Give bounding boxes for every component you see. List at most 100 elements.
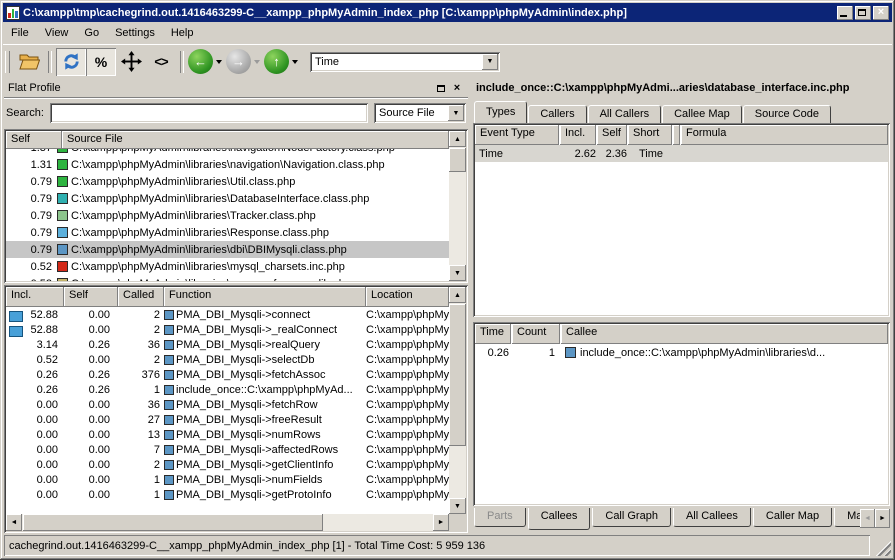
close-button[interactable]: × xyxy=(873,6,889,20)
app-icon[interactable] xyxy=(6,6,20,20)
menu-settings[interactable]: Settings xyxy=(107,24,163,42)
combo-dropdown-button[interactable]: ▼ xyxy=(448,105,464,121)
tab-types[interactable]: Types xyxy=(474,101,527,123)
file-row[interactable]: 1.37 C:\xampp\phpMyAdmin\libraries\navig… xyxy=(6,149,449,156)
column-header-formula[interactable]: Formula xyxy=(681,125,888,145)
back-dropdown[interactable] xyxy=(216,60,222,67)
tab-call-graph[interactable]: Call Graph xyxy=(592,508,671,527)
file-row[interactable]: 0.52 C:\xampp\phpMyAdmin\libraries\user_… xyxy=(6,275,449,281)
event-type-row-selected[interactable]: Time 2.62 2.36 Time xyxy=(475,145,888,162)
horizontal-scrollbar[interactable]: ◄ ► xyxy=(6,514,449,531)
back-button[interactable]: ← xyxy=(188,49,213,74)
function-row[interactable]: 0.00 0.00 13 PMA_DBI_Mysqli->numRows C:\… xyxy=(6,427,449,442)
scroll-right-button[interactable]: ► xyxy=(433,514,449,531)
column-header-event-type[interactable]: Event Type xyxy=(475,125,559,145)
scroll-up-button[interactable]: ▲ xyxy=(449,287,466,303)
function-row[interactable]: 0.00 0.00 7 PMA_DBI_Mysqli->affectedRows… xyxy=(6,442,449,457)
relative-percent-toggle[interactable]: % xyxy=(86,48,116,76)
menu-help[interactable]: Help xyxy=(163,24,202,42)
column-header-self[interactable]: Self xyxy=(64,287,118,307)
event-types-table: Event Type Incl. Self Short Formula Time… xyxy=(473,123,890,317)
group-by-selector[interactable]: Source File ▼ xyxy=(374,103,466,123)
tab-caller-map[interactable]: Caller Map xyxy=(753,508,832,527)
column-header-source-file[interactable]: Source File xyxy=(62,131,449,149)
tab-scroll-left-button[interactable]: ◄ xyxy=(860,509,875,528)
dock-close-button[interactable]: × xyxy=(450,82,464,95)
function-row[interactable]: 0.00 0.00 27 PMA_DBI_Mysqli->freeResult … xyxy=(6,412,449,427)
source-file-table: Self Source File 1.37 C:\xampp\phpMyAdmi… xyxy=(4,129,468,283)
menu-go[interactable]: Go xyxy=(76,24,107,42)
column-header-incl[interactable]: Incl. xyxy=(560,125,596,145)
file-row[interactable]: 0.79 C:\xampp\phpMyAdmin\libraries\Respo… xyxy=(6,224,449,241)
scroll-up-button[interactable]: ▲ xyxy=(449,131,466,147)
cycle-detection-button[interactable]: <> xyxy=(146,48,176,76)
tab-all-callees[interactable]: All Callees xyxy=(673,508,751,527)
column-header-short[interactable]: Short xyxy=(628,125,672,145)
group-by-value: Source File xyxy=(374,107,448,119)
reload-button[interactable] xyxy=(56,48,86,76)
column-header-time[interactable]: Time xyxy=(475,324,511,344)
source-file-list: 1.37 C:\xampp\phpMyAdmin\libraries\navig… xyxy=(6,149,449,281)
tab-all-callers[interactable]: All Callers xyxy=(588,105,662,123)
function-row[interactable]: 0.52 0.00 2 PMA_DBI_Mysqli->selectDb C:\… xyxy=(6,352,449,367)
function-row[interactable]: 3.14 0.26 36 PMA_DBI_Mysqli->realQuery C… xyxy=(6,337,449,352)
scroll-down-button[interactable]: ▼ xyxy=(449,498,466,514)
toolbar-handle[interactable] xyxy=(5,51,10,73)
column-header-self[interactable]: Self xyxy=(6,131,62,149)
column-header-self[interactable]: Self xyxy=(597,125,627,145)
menu-file[interactable]: File xyxy=(3,24,37,42)
search-input[interactable] xyxy=(50,103,368,123)
expand-areas-button[interactable] xyxy=(116,48,146,76)
column-header-count[interactable]: Count xyxy=(512,324,560,344)
scrollbar-thumb[interactable] xyxy=(23,514,323,531)
callee-row[interactable]: 0.26 1 include_once::C:\xampp\phpMyAdmin… xyxy=(475,344,888,361)
file-row[interactable]: 0.79 C:\xampp\phpMyAdmin\libraries\Datab… xyxy=(6,190,449,207)
scroll-down-button[interactable]: ▼ xyxy=(449,265,466,281)
tab-callees[interactable]: Callees xyxy=(528,508,591,530)
column-header-function[interactable]: Function xyxy=(164,287,366,307)
forward-dropdown[interactable] xyxy=(254,60,260,67)
forward-button[interactable]: → xyxy=(226,49,251,74)
file-row[interactable]: 0.52 C:\xampp\phpMyAdmin\libraries\mysql… xyxy=(6,258,449,275)
minimize-button[interactable] xyxy=(837,6,853,20)
combo-dropdown-button[interactable]: ▼ xyxy=(482,54,498,70)
column-header-incl[interactable]: Incl. xyxy=(6,287,64,307)
vertical-scrollbar[interactable]: ▲ ▼ xyxy=(449,131,466,281)
file-row[interactable]: 1.31 C:\xampp\phpMyAdmin\libraries\navig… xyxy=(6,156,449,173)
function-row[interactable]: 52.88 0.00 2 PMA_DBI_Mysqli->_realConnec… xyxy=(6,322,449,337)
maximize-button[interactable] xyxy=(855,6,871,20)
function-row[interactable]: 0.00 0.00 36 PMA_DBI_Mysqli->fetchRow C:… xyxy=(6,397,449,412)
function-row[interactable]: 52.88 0.00 2 PMA_DBI_Mysqli->connect C:\… xyxy=(6,307,449,322)
percent-icon: % xyxy=(95,54,107,70)
up-dropdown[interactable] xyxy=(292,60,298,67)
vertical-scrollbar[interactable]: ▲ ▼ xyxy=(449,287,466,514)
open-file-button[interactable] xyxy=(14,48,44,76)
menu-view[interactable]: View xyxy=(37,24,77,42)
down-arrow-icon: ▼ xyxy=(454,270,461,277)
function-row[interactable]: 0.26 0.26 376 PMA_DBI_Mysqli->fetchAssoc… xyxy=(6,367,449,382)
column-header-location[interactable]: Location xyxy=(366,287,449,307)
left-arrow-icon: ◄ xyxy=(864,515,871,522)
dock-float-button[interactable] xyxy=(434,82,448,95)
resize-grip[interactable] xyxy=(875,540,891,556)
scrollbar-thumb[interactable] xyxy=(449,304,466,446)
tab-source-code[interactable]: Source Code xyxy=(743,105,831,123)
window-title: C:\xampp\tmp\cachegrind.out.1416463299-C… xyxy=(23,7,837,19)
dock-title: Flat Profile xyxy=(8,82,432,94)
event-type-selector[interactable]: Time ▼ xyxy=(310,52,500,72)
function-row[interactable]: 0.26 0.26 1 include_once::C:\xampp\phpMy… xyxy=(6,382,449,397)
tab-callers[interactable]: Callers xyxy=(528,105,586,123)
up-button[interactable]: ↑ xyxy=(264,49,289,74)
scrollbar-thumb[interactable] xyxy=(449,148,466,172)
column-header-called[interactable]: Called xyxy=(118,287,164,307)
file-row[interactable]: 0.79 C:\xampp\phpMyAdmin\libraries\Track… xyxy=(6,207,449,224)
scroll-left-button[interactable]: ◄ xyxy=(6,514,22,531)
column-header-callee[interactable]: Callee xyxy=(561,324,888,344)
file-row-selected[interactable]: 0.79 C:\xampp\phpMyAdmin\libraries\dbi\D… xyxy=(6,241,449,258)
file-row[interactable]: 0.79 C:\xampp\phpMyAdmin\libraries\Util.… xyxy=(6,173,449,190)
function-row[interactable]: 0.00 0.00 1 PMA_DBI_Mysqli->numFields C:… xyxy=(6,472,449,487)
function-row[interactable]: 0.00 0.00 1 PMA_DBI_Mysqli->getProtoInfo… xyxy=(6,487,449,502)
function-row[interactable]: 0.00 0.00 2 PMA_DBI_Mysqli->getClientInf… xyxy=(6,457,449,472)
tab-callee-map[interactable]: Callee Map xyxy=(662,105,742,123)
tab-scroll-right-button[interactable]: ► xyxy=(875,509,890,528)
